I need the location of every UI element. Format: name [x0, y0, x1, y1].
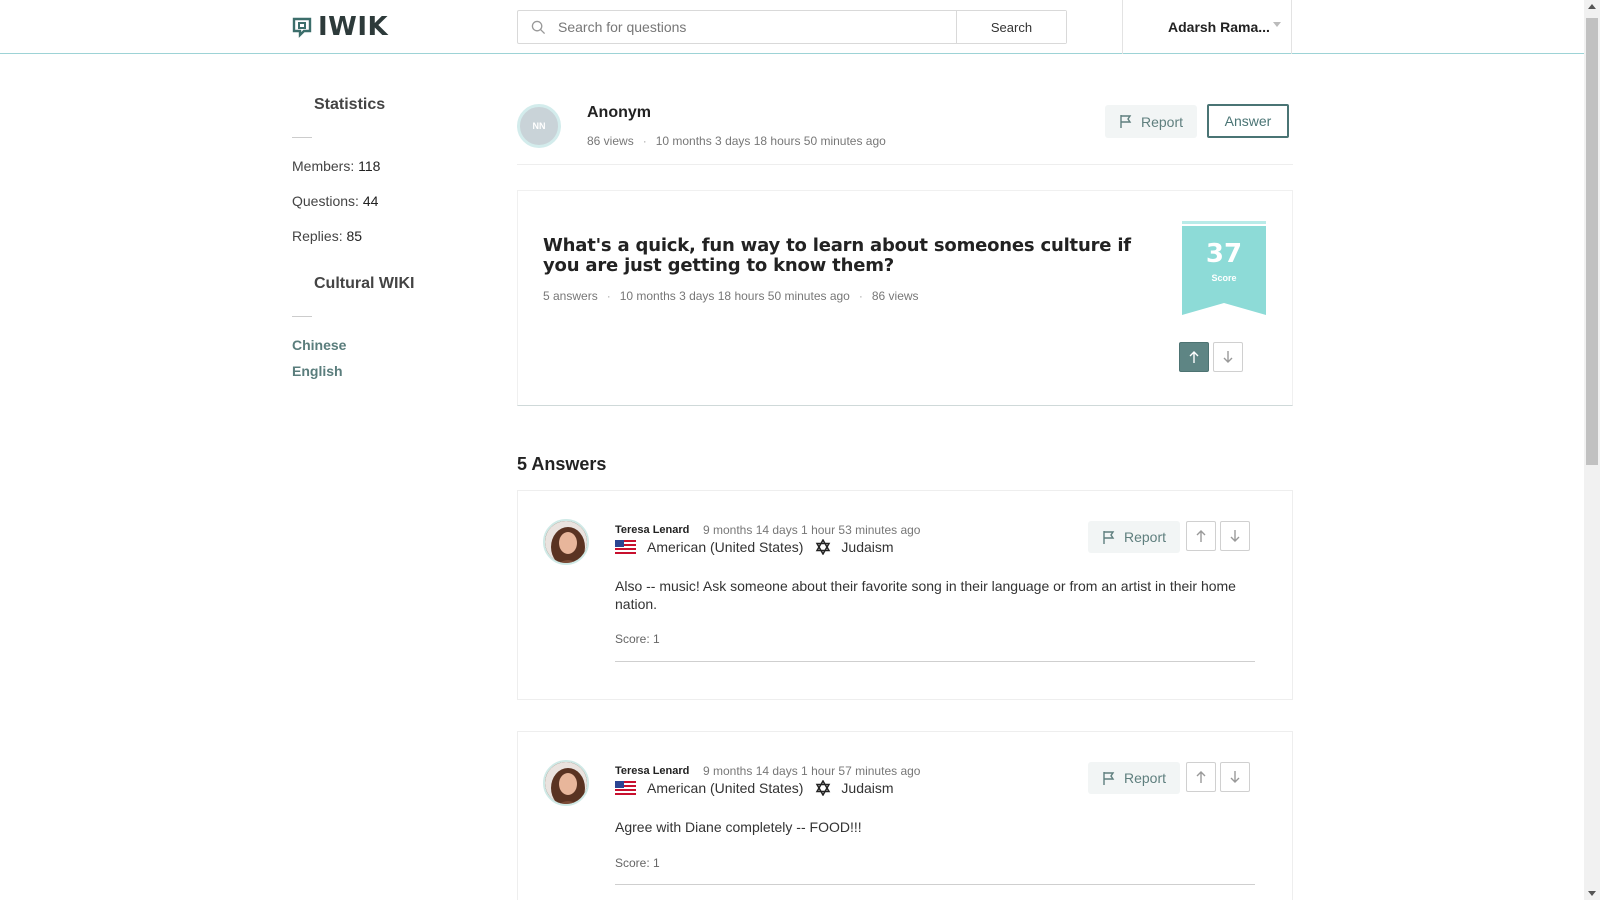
nationality: American (United States) [647, 539, 804, 555]
answer-card: Teresa Lenard 9 months 14 days 1 hour 53… [517, 490, 1293, 700]
cultural-wiki-heading: Cultural WIKI [314, 275, 415, 292]
page-scrollbar[interactable] [1584, 0, 1600, 900]
stat-label: Members: [292, 158, 355, 174]
flag-icon [1103, 530, 1115, 544]
question-meta: 5 answers · 10 months 3 days 18 hours 50 m… [543, 289, 919, 303]
answer-body: Agree with Diane completely -- FOOD!!! [615, 819, 862, 835]
question-views: 86 views [871, 289, 919, 303]
report-label: Report [1141, 113, 1184, 130]
divider [615, 884, 1255, 885]
us-flag-icon [615, 781, 636, 795]
report-label: Report [1124, 770, 1167, 786]
avatar-photo [545, 521, 587, 563]
us-flag-icon [615, 540, 636, 554]
separator-dot: · [858, 289, 863, 303]
site-logo[interactable]: IWIK [292, 12, 388, 42]
flag-icon [1103, 771, 1115, 785]
stat-label: Replies: [292, 228, 343, 244]
question-time: 10 months 3 days 18 hours 50 minutes ago [619, 289, 850, 303]
search-bar: Search [517, 10, 1067, 44]
arrow-down-icon [1223, 351, 1233, 363]
logo-text: IWIK [318, 12, 389, 42]
divider [615, 661, 1255, 662]
avatar-photo [545, 762, 587, 804]
question-title: What's a quick, fun way to learn about s… [543, 235, 1131, 276]
user-menu[interactable]: Adarsh Rama... [1122, 0, 1292, 54]
search-input[interactable] [558, 11, 956, 43]
scroll-thumb[interactable] [1586, 18, 1598, 465]
divider [292, 316, 312, 317]
answer-time: 9 months 14 days 1 hour 53 minutes ago [703, 523, 921, 537]
arrow-down-icon [1230, 530, 1240, 542]
wiki-link-chinese[interactable]: Chinese [292, 337, 492, 363]
search-button[interactable]: Search [956, 11, 1066, 43]
score-ribbon: 37 Score [1182, 221, 1266, 315]
separator-dot: · [606, 289, 611, 303]
arrow-down-icon [1230, 771, 1240, 783]
report-question-button[interactable]: Report [1105, 105, 1198, 138]
nationality: American (United States) [647, 780, 804, 796]
answer-body: Also -- music! Ask someone about their f… [615, 578, 1236, 612]
answers-count: 5 answers [543, 289, 598, 303]
question-score: 37 [1205, 239, 1243, 269]
stat-replies: Replies: 85 [292, 228, 492, 263]
score-label: Score [1211, 273, 1237, 283]
answers-heading: 5 Answers [517, 454, 607, 474]
answer-score: Score: 1 [615, 856, 660, 870]
downvote-button[interactable] [1220, 762, 1250, 792]
divider [292, 137, 312, 138]
question-card: What's a quick, fun way to learn about s… [517, 190, 1293, 406]
stat-questions: Questions: 44 [292, 193, 492, 228]
answer-card: Teresa Lenard 9 months 14 days 1 hour 57… [517, 731, 1293, 900]
answer-tags: American (United States) Judaism [615, 780, 894, 796]
stat-value: 118 [358, 158, 381, 174]
avatar[interactable] [543, 519, 589, 565]
arrow-up-icon [1189, 351, 1199, 363]
stat-members: Members: 118 [292, 158, 492, 193]
answer-tags: American (United States) Judaism [615, 539, 894, 555]
left-sidebar: Statistics Members: 118 Questions: 44 Re… [292, 96, 492, 389]
caret-down-icon [1273, 22, 1281, 27]
stat-value: 85 [346, 228, 363, 244]
upvote-button[interactable] [1186, 762, 1216, 792]
statistics-heading: Statistics [314, 96, 386, 113]
downvote-button[interactable] [1213, 342, 1243, 372]
arrow-up-icon [1196, 530, 1206, 542]
answer-author[interactable]: Teresa Lenard [615, 765, 689, 777]
religion: Judaism [841, 539, 894, 555]
religion: Judaism [841, 780, 894, 796]
upvote-button[interactable] [1179, 342, 1209, 372]
separator-dot: · [642, 134, 647, 148]
top-header: IWIK Search Adarsh Rama... [0, 0, 1584, 54]
asker-time: 10 months 3 days 18 hours 50 minutes ago [655, 134, 886, 148]
logo-icon [292, 17, 312, 38]
user-name: Adarsh Rama... [1168, 19, 1270, 35]
question-asker: NN Anonym 86 views · 10 months 3 days 18 h… [517, 104, 1293, 166]
star-of-david-icon [816, 539, 831, 555]
answer-score: Score: 1 [615, 632, 660, 646]
asker-meta: 86 views · 10 months 3 days 18 hours 50 mi… [587, 134, 886, 148]
asker-name[interactable]: Anonym [587, 104, 651, 122]
answer-time: 9 months 14 days 1 hour 57 minutes ago [703, 764, 921, 778]
divider [517, 164, 1293, 165]
avatar[interactable]: NN [517, 104, 561, 148]
stat-value: 44 [362, 193, 379, 209]
scroll-up-arrow-icon[interactable] [1588, 4, 1596, 9]
flag-icon [1120, 115, 1132, 128]
arrow-up-icon [1196, 771, 1206, 783]
asker-views: 86 views [587, 134, 634, 148]
downvote-button[interactable] [1220, 521, 1250, 551]
star-of-david-icon [816, 780, 831, 796]
answer-button[interactable]: Answer [1207, 104, 1289, 138]
answer-author[interactable]: Teresa Lenard [615, 524, 689, 536]
wiki-link-english[interactable]: English [292, 363, 492, 389]
search-icon [518, 11, 558, 43]
scroll-down-arrow-icon[interactable] [1588, 891, 1596, 896]
report-answer-button[interactable]: Report [1088, 762, 1181, 794]
report-label: Report [1124, 529, 1167, 545]
report-answer-button[interactable]: Report [1088, 521, 1181, 553]
upvote-button[interactable] [1186, 521, 1216, 551]
avatar[interactable] [543, 760, 589, 806]
stat-label: Questions: [292, 193, 359, 209]
